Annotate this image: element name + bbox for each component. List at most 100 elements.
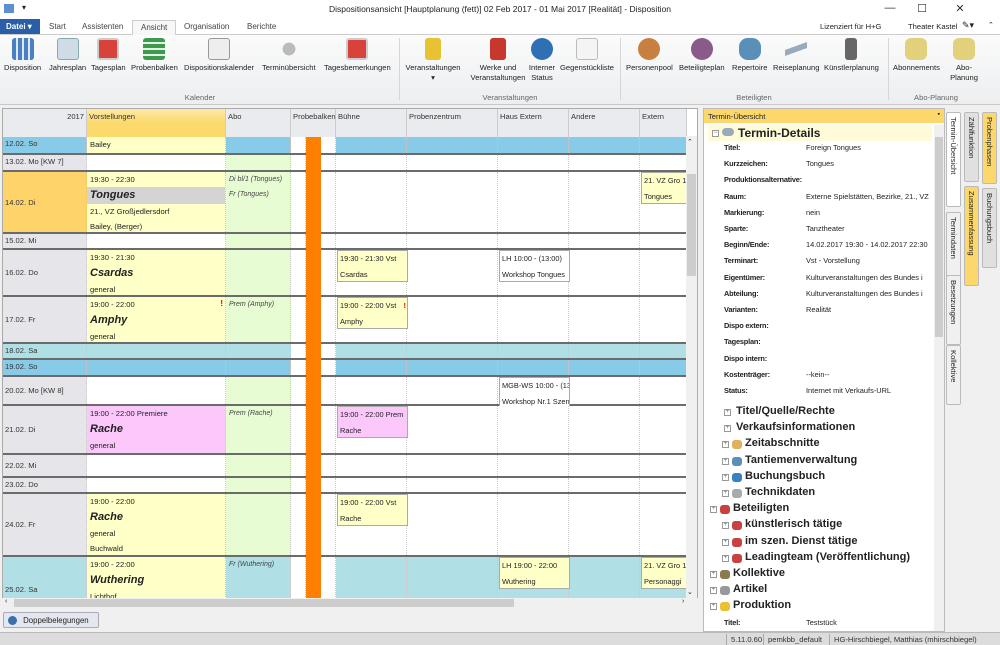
probebalken-bar[interactable]: [306, 406, 321, 455]
grid-cell[interactable]: [640, 360, 687, 375]
grid-cell[interactable]: [407, 155, 498, 170]
vorstellungen-cell[interactable]: Bailey: [87, 137, 226, 153]
vorstellungen-cell[interactable]: [87, 377, 226, 404]
expand-icon[interactable]: +: [722, 522, 729, 530]
repertoire-button[interactable]: Repertoire: [732, 38, 767, 73]
section-verkaufsinformationen[interactable]: + Verkaufsinformationen: [724, 421, 929, 437]
grid-cell[interactable]: [407, 250, 498, 295]
horizontal-scrollbar[interactable]: ‹ ›: [2, 598, 698, 608]
probebalken-bar[interactable]: [306, 234, 321, 250]
haus-block[interactable]: LH 19:00 - 22:00 Wuthering: [499, 557, 570, 589]
grid-cell[interactable]: [336, 478, 407, 492]
grid-cell[interactable]: [498, 234, 569, 248]
buehne-block[interactable]: 19:00 - 22:00 Prem Rache: [337, 406, 408, 438]
abo-cell[interactable]: [226, 344, 291, 358]
grid-cell[interactable]: [407, 377, 498, 404]
grid-cell[interactable]: [569, 406, 640, 453]
event-title[interactable]: Tongues: [87, 187, 225, 204]
table-row[interactable]: 24.02. Fr 19:00 - 22:00 Rache general Buchwa…: [3, 494, 687, 557]
grid-cell[interactable]: [569, 344, 640, 358]
expand-icon[interactable]: +: [722, 441, 729, 449]
side-tab-zählfunktion[interactable]: Zählfunktion: [964, 112, 979, 182]
probebalken-bar[interactable]: [306, 250, 321, 297]
vorstellungen-cell[interactable]: 19:30 - 21:30 Csardas general: [87, 250, 226, 295]
section-buchungsbuch[interactable]: + Buchungsbuch: [722, 470, 929, 486]
file-menu-button[interactable]: Datei ▾: [0, 19, 40, 34]
grid-cell[interactable]: [498, 406, 569, 453]
event-title[interactable]: Csardas: [87, 265, 225, 282]
expand-icon[interactable]: +: [724, 425, 731, 433]
section-beteiligten[interactable]: + Beteiligten: [710, 502, 929, 518]
abo-cell[interactable]: [226, 494, 291, 555]
grid-cell[interactable]: [407, 137, 498, 153]
abo-cell[interactable]: [226, 250, 291, 295]
abonnements-button[interactable]: Abonnements: [893, 38, 940, 73]
section-produktion[interactable]: + Produktion: [710, 599, 929, 615]
scroll-up-icon[interactable]: ⌃: [687, 138, 693, 146]
vorstellungen-cell[interactable]: 19:00 - 22:00 Premiere Rache general: [87, 406, 226, 453]
scroll-right-icon[interactable]: ›: [682, 598, 684, 605]
side-tab-zusammenfassung[interactable]: Zusammenfassung: [964, 186, 979, 286]
grid-cell[interactable]: [498, 478, 569, 492]
collapse-ribbon-icon[interactable]: ⌃: [988, 21, 994, 29]
vorstellungen-cell[interactable]: [87, 234, 226, 248]
expand-icon[interactable]: +: [710, 506, 717, 514]
column-header-probenzentrum[interactable]: Probenzentrum: [407, 109, 498, 123]
grid-cell[interactable]: [336, 137, 407, 153]
werke-button[interactable]: Werke und Veranstaltungen: [470, 38, 526, 83]
abo-cell[interactable]: [226, 360, 291, 375]
details-heading-row[interactable]: − Termin-Details: [708, 125, 932, 141]
scroll-thumb[interactable]: [687, 174, 696, 276]
event-title[interactable]: Rache: [87, 509, 225, 526]
expand-icon[interactable]: +: [722, 457, 729, 465]
reiseplanung-button[interactable]: Reiseplanung: [773, 38, 819, 73]
table-row[interactable]: 22.02. Mi: [3, 455, 687, 478]
personenpool-button[interactable]: Personenpool: [626, 38, 673, 73]
table-row[interactable]: 17.02. Fr 19:00 - 22:00 Amphy general! Prem …: [3, 297, 687, 344]
disposition-button[interactable]: Disposition: [4, 38, 41, 73]
grid-cell[interactable]: [336, 155, 407, 170]
section-beteiligte-2[interactable]: + Leadingteam (Veröffentlichung): [722, 551, 929, 567]
grid-cell[interactable]: [407, 406, 498, 453]
table-row[interactable]: 20.02. Mo [KW 8] MGB-WS 10:00 - (13: Works…: [3, 377, 687, 409]
grid-cell[interactable]: [407, 297, 498, 342]
grid-cell[interactable]: [407, 172, 498, 232]
grid-cell[interactable]: [336, 344, 407, 358]
expand-icon[interactable]: +: [722, 490, 729, 497]
scroll-left-icon[interactable]: ‹: [5, 598, 7, 605]
user-menu[interactable]: Theater Kastel: [908, 22, 957, 31]
vorstellungen-cell[interactable]: [87, 344, 226, 358]
table-row[interactable]: 13.02. Mo [KW 7]: [3, 155, 687, 172]
grid-cell[interactable]: [569, 297, 640, 342]
beteiligteplan-button[interactable]: Beteiligteplan: [679, 38, 725, 73]
abo-cell[interactable]: Di bl/1 (Tongues) Fr (Tongues): [226, 172, 291, 232]
probebalken-bar[interactable]: [306, 377, 321, 406]
panel-scrollbar[interactable]: [934, 125, 944, 631]
grid-cell[interactable]: [407, 494, 498, 555]
probenbalken-button[interactable]: Probenbalken: [131, 38, 178, 73]
probebalken-bar[interactable]: [306, 344, 321, 360]
grid-cell[interactable]: [569, 155, 640, 170]
column-header-abo[interactable]: Abo: [226, 109, 291, 123]
grid-cell[interactable]: [640, 478, 687, 492]
scroll-thumb[interactable]: [14, 599, 514, 607]
abo-cell[interactable]: Prem (Amphy): [226, 297, 291, 342]
scroll-down-icon[interactable]: ⌄: [687, 588, 693, 596]
expand-icon[interactable]: +: [710, 603, 717, 611]
grid-cell[interactable]: [640, 344, 687, 358]
probebalken-bar[interactable]: [306, 455, 321, 478]
grid-cell[interactable]: [498, 455, 569, 476]
table-row[interactable]: 23.02. Do: [3, 478, 687, 494]
buehne-block[interactable]: 19:30 - 21:30 Vst Csardas: [337, 250, 408, 282]
grid-cell[interactable]: [569, 137, 640, 153]
grid-cell[interactable]: [569, 494, 640, 555]
grid-cell[interactable]: [640, 297, 687, 342]
terminuebersicht-button[interactable]: Terminübersicht: [262, 38, 316, 73]
vorstellungen-cell[interactable]: [87, 455, 226, 476]
grid-cell[interactable]: [498, 344, 569, 358]
tagesbemerkungen-button[interactable]: Tagesbemerkungen: [324, 38, 391, 73]
probebalken-bar[interactable]: [306, 297, 321, 344]
grid-cell[interactable]: [569, 360, 640, 375]
side-tab-kollektive[interactable]: Kollektive: [946, 345, 961, 405]
haus-block[interactable]: LH 10:00 - (13:00) Workshop Tongues: [499, 250, 570, 282]
